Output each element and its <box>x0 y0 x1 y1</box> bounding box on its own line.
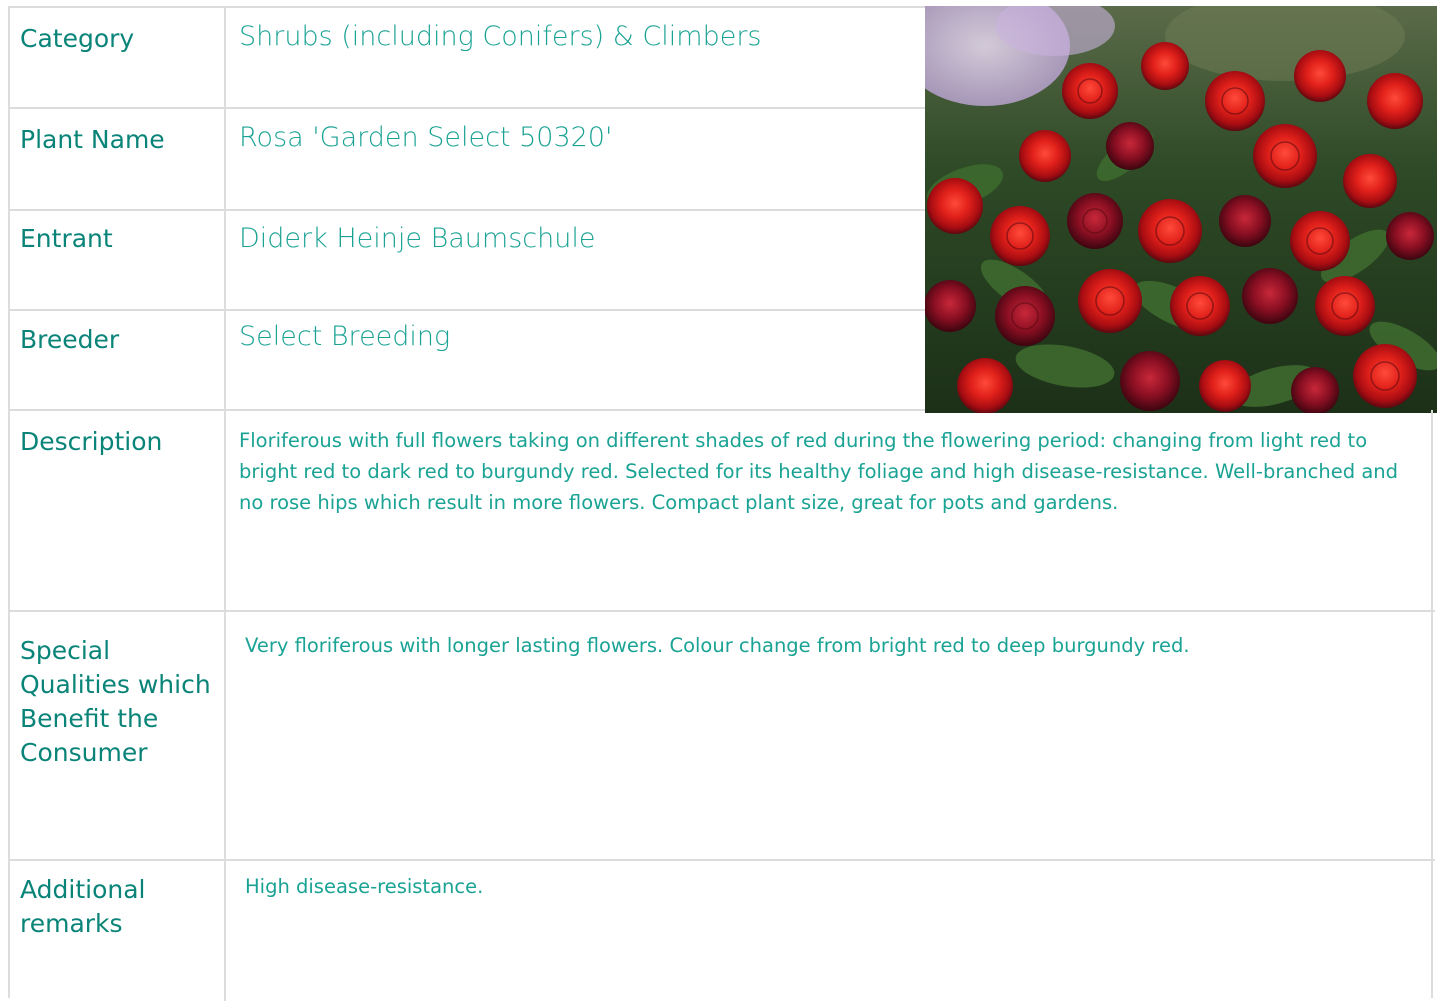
row-breeder: Breeder Select Breeding <box>10 311 925 411</box>
plant-name-value: Rosa 'Garden Select 50320' <box>239 122 613 153</box>
column-divider <box>224 109 226 209</box>
red-roses-image <box>925 6 1437 413</box>
row-additional-remarks: Additional remarks High disease-resistan… <box>10 861 1435 1001</box>
breeder-value: Select Breeding <box>239 321 451 352</box>
row-special-qualities: Special Qualities which Benefit the Cons… <box>10 612 1435 861</box>
additional-remarks-value: High disease-resistance. <box>245 875 484 898</box>
row-description: Description Floriferous with full flower… <box>10 411 1435 612</box>
description-label: Description <box>20 427 163 456</box>
entrant-label: Entrant <box>20 224 113 253</box>
breeder-label: Breeder <box>20 325 120 354</box>
column-divider <box>224 861 226 1001</box>
plant-name-label: Plant Name <box>20 125 165 154</box>
column-divider <box>224 612 226 859</box>
column-divider <box>224 211 226 309</box>
column-divider <box>224 311 226 409</box>
category-label: Category <box>20 24 135 53</box>
entry-sheet: Category Shrubs (including Conifers) & C… <box>8 6 1437 1001</box>
entrant-value: Diderk Heinje Baumschule <box>239 223 596 254</box>
row-plant-name: Plant Name Rosa 'Garden Select 50320' <box>10 109 925 211</box>
special-qualities-value: Very floriferous with longer lasting flo… <box>245 634 1190 657</box>
row-category: Category Shrubs (including Conifers) & C… <box>10 8 925 109</box>
table-right-border <box>1431 410 1433 998</box>
category-value: Shrubs (including Conifers) & Climbers <box>239 21 762 52</box>
red-roses-photo <box>925 6 1437 413</box>
column-divider <box>224 411 226 610</box>
row-entrant: Entrant Diderk Heinje Baumschule <box>10 211 925 311</box>
additional-remarks-label: Additional remarks <box>20 875 146 938</box>
special-qualities-label: Special Qualities which Benefit the Cons… <box>20 636 211 767</box>
description-value: Floriferous with full flowers taking on … <box>239 429 1399 514</box>
column-divider <box>224 8 226 107</box>
